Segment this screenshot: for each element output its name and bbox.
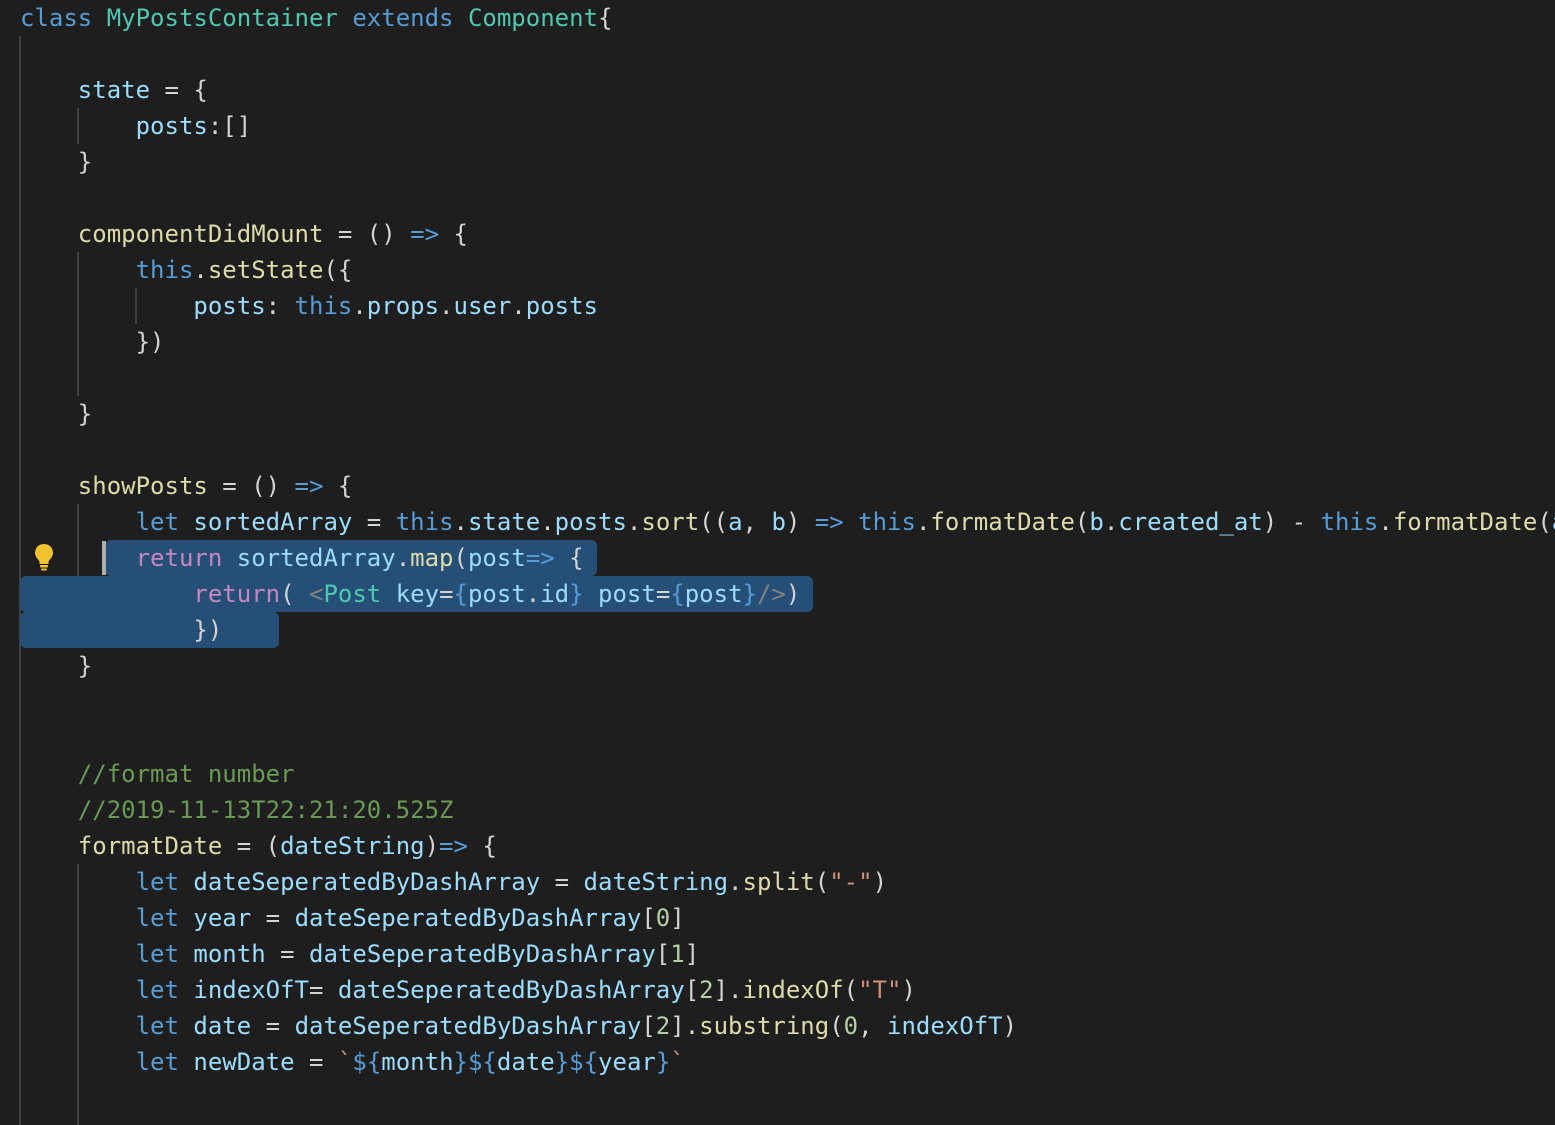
code-line[interactable]: posts:[]	[20, 108, 252, 144]
code-line[interactable]: this.setState({	[20, 252, 353, 288]
code-line[interactable]: //format number	[20, 756, 295, 792]
code-line[interactable]: componentDidMount = () => {	[20, 216, 468, 252]
code-line[interactable]: showPosts = () => {	[20, 468, 353, 504]
code-editor[interactable]: class MyPostsContainer extends Component…	[0, 0, 1555, 1125]
code-line[interactable]: let indexOfT= dateSeperatedByDashArray[2…	[20, 972, 916, 1008]
code-line[interactable]: class MyPostsContainer extends Component…	[20, 0, 612, 36]
code-line[interactable]: }	[20, 396, 92, 432]
code-line[interactable]: let newDate = `${month}${date}${year}`	[20, 1044, 685, 1080]
code-line[interactable]: let sortedArray = this.state.posts.sort(…	[20, 504, 1555, 540]
code-line[interactable]: })	[20, 324, 165, 360]
code-line[interactable]: return sortedArray.map(post=> {	[20, 540, 584, 576]
code-line[interactable]: let year = dateSeperatedByDashArray[0]	[20, 900, 685, 936]
code-line[interactable]: })	[20, 612, 222, 648]
code-line[interactable]: //2019-11-13T22:21:20.525Z	[20, 792, 454, 828]
code-line[interactable]: }	[20, 144, 92, 180]
code-line[interactable]: let month = dateSeperatedByDashArray[1]	[20, 936, 700, 972]
code-line[interactable]: return( <Post key={post.id} post={post}/…	[20, 576, 800, 612]
code-line[interactable]: formatDate = (dateString)=> {	[20, 828, 497, 864]
code-line[interactable]: let date = dateSeperatedByDashArray[2].s…	[20, 1008, 1017, 1044]
code-line[interactable]: }	[20, 648, 92, 684]
code-line[interactable]: posts: this.props.user.posts	[20, 288, 598, 324]
code-line[interactable]: let dateSeperatedByDashArray = dateStrin…	[20, 864, 887, 900]
code-line[interactable]: state = {	[20, 72, 208, 108]
